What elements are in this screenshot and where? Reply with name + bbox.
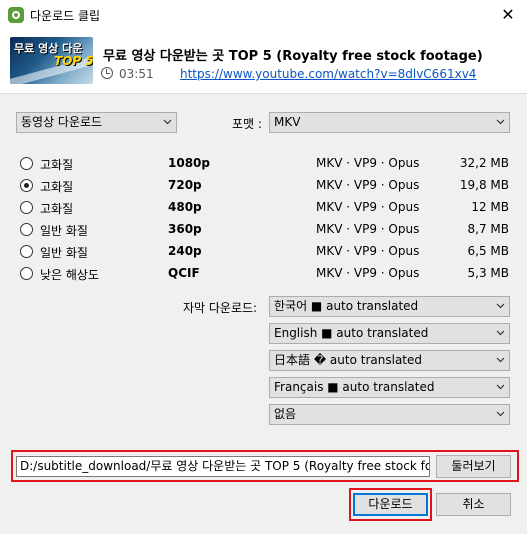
quality-resolution: 240p <box>168 244 202 258</box>
quality-label: 낮은 해상도 <box>40 268 100 282</box>
save-path-input[interactable]: D:/subtitle_download/무료 영상 다운받는 곳 TOP 5 … <box>16 456 430 477</box>
quality-resolution: 480p <box>168 200 202 214</box>
quality-label: 일반 화질 <box>40 224 88 238</box>
browse-button[interactable]: 둘러보기 <box>436 455 511 478</box>
format-value: MKV <box>274 115 301 129</box>
subtitle-select[interactable]: 한국어 ■ auto translated <box>269 296 510 317</box>
download-type-value: 동영상 다운로드 <box>21 115 103 129</box>
cancel-button[interactable]: 취소 <box>436 493 511 516</box>
quality-resolution: 360p <box>168 222 202 236</box>
window-title: 다운로드 클립 <box>30 9 101 23</box>
quality-size: 5,3 MB <box>467 266 509 280</box>
download-type-select[interactable]: 동영상 다운로드 <box>16 112 177 133</box>
subtitle-select-value: English ■ auto translated <box>274 326 429 340</box>
quality-codec: MKV · VP9 · Opus <box>316 178 420 192</box>
close-icon[interactable]: ✕ <box>492 2 524 28</box>
chevron-down-icon <box>496 328 505 337</box>
chevron-down-icon <box>496 409 505 418</box>
quality-codec: MKV · VP9 · Opus <box>316 200 420 214</box>
quality-resolution: QCIF <box>168 266 200 280</box>
video-url-link[interactable]: https://www.youtube.com/watch?v=8dlvC661… <box>180 67 476 81</box>
quality-label: 고화질 <box>40 158 74 172</box>
video-duration: 03:51 <box>119 67 154 81</box>
quality-resolution: 1080p <box>168 156 210 170</box>
quality-radio[interactable] <box>20 157 33 170</box>
format-label: 포맷 : <box>232 117 262 131</box>
quality-radio[interactable] <box>20 245 33 258</box>
subtitle-select[interactable]: 없음 <box>269 404 510 425</box>
subtitle-select[interactable]: Français ■ auto translated <box>269 377 510 398</box>
quality-resolution: 720p <box>168 178 202 192</box>
quality-codec: MKV · VP9 · Opus <box>316 266 420 280</box>
quality-radio[interactable] <box>20 267 33 280</box>
subtitle-label: 자막 다운로드: <box>183 301 258 315</box>
quality-size: 8,7 MB <box>467 222 509 236</box>
quality-radio[interactable] <box>20 223 33 236</box>
chevron-down-icon <box>496 355 505 364</box>
quality-codec: MKV · VP9 · Opus <box>316 222 420 236</box>
chevron-down-icon <box>496 301 505 310</box>
quality-radio[interactable] <box>20 179 33 192</box>
quality-label: 고화질 <box>40 180 74 194</box>
quality-size: 6,5 MB <box>467 244 509 258</box>
subtitle-select[interactable]: 日本語 � auto translated <box>269 350 510 371</box>
format-select[interactable]: MKV <box>269 112 510 133</box>
subtitle-select-value: 없음 <box>274 407 297 421</box>
chevron-down-icon <box>163 117 172 126</box>
video-thumbnail: 무료 영상 다운 TOP 5 <box>10 37 93 84</box>
quality-radio[interactable] <box>20 201 33 214</box>
quality-size: 32,2 MB <box>459 156 509 170</box>
app-clip-icon <box>8 7 24 23</box>
subtitle-select-value: 日本語 � auto translated <box>274 353 422 367</box>
clock-icon <box>101 67 113 79</box>
thumbnail-text-top5: TOP 5 <box>54 54 93 68</box>
quality-codec: MKV · VP9 · Opus <box>316 244 420 258</box>
quality-size: 12 MB <box>471 200 509 214</box>
subtitle-select-value: 한국어 ■ auto translated <box>274 299 419 313</box>
quality-label: 고화질 <box>40 202 74 216</box>
chevron-down-icon <box>496 117 505 126</box>
subtitle-select-value: Français ■ auto translated <box>274 380 435 394</box>
subtitle-select[interactable]: English ■ auto translated <box>269 323 510 344</box>
chevron-down-icon <box>496 382 505 391</box>
video-title: 무료 영상 다운받는 곳 TOP 5 (Royalty free stock f… <box>103 49 483 64</box>
quality-codec: MKV · VP9 · Opus <box>316 156 420 170</box>
quality-size: 19,8 MB <box>459 178 509 192</box>
quality-label: 일반 화질 <box>40 246 88 260</box>
download-button[interactable]: 다운로드 <box>353 493 428 516</box>
